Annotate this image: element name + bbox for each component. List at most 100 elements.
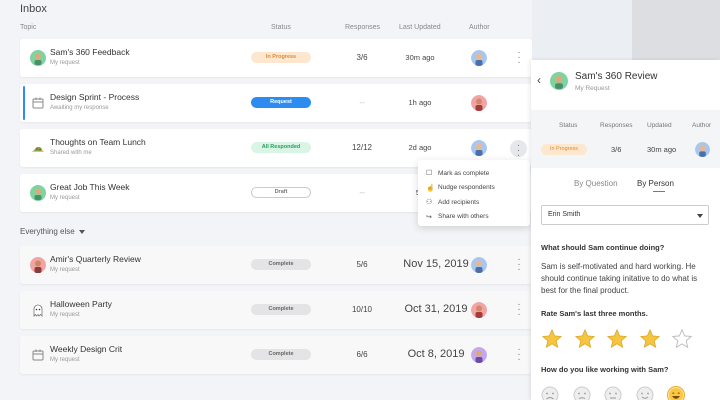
- face-neutral-icon[interactable]: [604, 386, 622, 400]
- row-title: Sam's 360 Feedback: [50, 47, 130, 57]
- chevron-down-icon[interactable]: [79, 230, 85, 234]
- panel-column-status: Status: [559, 122, 578, 129]
- avatar: [471, 347, 487, 363]
- person-select[interactable]: Erin Smith: [541, 205, 709, 225]
- status-badge: Draft: [251, 187, 311, 198]
- selected-indicator: [23, 86, 25, 120]
- question-3: How do you like working with Sam?: [541, 365, 669, 374]
- panel-title: Sam's 360 Review: [575, 71, 658, 82]
- last-updated: 2d ago: [408, 143, 432, 152]
- answer-1: Sam is self-motivated and hard working. …: [541, 262, 698, 295]
- avatar-icon: [550, 72, 568, 90]
- last-updated: 1h ago: [408, 98, 432, 107]
- row-subtitle: My request: [50, 267, 80, 273]
- more-options-icon[interactable]: · · ·: [517, 255, 521, 275]
- face-happy-icon[interactable]: [636, 386, 654, 400]
- menu-item-share[interactable]: ↪ Share with others: [418, 210, 530, 225]
- row-title: Design Sprint - Process: [50, 92, 140, 102]
- responses-count: --: [359, 188, 365, 197]
- row-subtitle: My request: [50, 357, 80, 363]
- responses-count: 12/12: [351, 143, 373, 152]
- status-badge: In Progress: [541, 144, 587, 155]
- panel-column-author: Author: [692, 122, 712, 129]
- more-options-icon[interactable]: · · ·: [517, 345, 521, 365]
- star-filled-icon[interactable]: [606, 328, 628, 350]
- column-status: Status: [271, 24, 291, 31]
- tab-by-question[interactable]: By Question: [574, 179, 618, 188]
- ghost-icon: [33, 304, 43, 317]
- more-options-icon[interactable]: · · ·: [517, 48, 521, 68]
- avatar-icon: [30, 257, 46, 273]
- face-unhappy-icon[interactable]: [573, 386, 591, 400]
- avatar-icon: [30, 185, 46, 201]
- active-tab-indicator: [653, 191, 665, 192]
- avatar: [471, 140, 487, 156]
- table-row[interactable]: Amir's Quarterly Review My request Compl…: [20, 246, 532, 284]
- column-author: Author: [469, 24, 490, 31]
- table-row[interactable]: Halloween Party My request Complete 10/1…: [20, 291, 532, 329]
- emoji-scale: [541, 386, 699, 400]
- more-options-icon[interactable]: · · ·: [510, 140, 527, 161]
- row-title: Amir's Quarterly Review: [50, 254, 141, 264]
- responses-count: 3/6: [356, 53, 368, 62]
- tab-by-person[interactable]: By Person: [637, 179, 674, 188]
- last-updated: 30m ago: [405, 53, 435, 62]
- add-user-icon: ⚇: [426, 199, 433, 207]
- table-row[interactable]: Weekly Design Crit My request Complete 6…: [20, 336, 532, 374]
- nudge-icon: ☝: [426, 184, 435, 192]
- face-very-unhappy-icon[interactable]: [541, 386, 559, 400]
- responses-count: 5/6: [356, 260, 368, 269]
- menu-item-mark-complete[interactable]: ☐ Mark as complete: [418, 166, 530, 181]
- status-badge: Complete: [251, 349, 311, 360]
- rating-stars: [541, 328, 704, 350]
- avatar: [471, 257, 487, 273]
- chevron-down-icon: [697, 214, 703, 218]
- star-filled-icon[interactable]: [639, 328, 661, 350]
- menu-item-add-recipients[interactable]: ⚇ Add recipients: [418, 195, 530, 210]
- avatar-icon: [30, 50, 46, 66]
- inbox-title: Inbox: [20, 3, 47, 15]
- panel-subtitle: My Request: [575, 85, 610, 92]
- share-icon: ↪: [426, 213, 432, 221]
- panel-backdrop-stripe: [632, 0, 720, 60]
- panel-updated: 30m ago: [647, 145, 677, 154]
- table-row[interactable]: Design Sprint - Process Awaiting my resp…: [20, 84, 532, 122]
- row-subtitle: Awaiting my response: [50, 105, 109, 111]
- star-empty-icon[interactable]: [671, 328, 693, 350]
- back-arrow-icon[interactable]: ‹: [537, 73, 541, 87]
- table-row[interactable]: Sam's 360 Feedback My request In Progres…: [20, 39, 532, 77]
- avatar: [471, 95, 487, 111]
- row-subtitle: My request: [50, 312, 80, 318]
- question-2: Rate Sam's last three months.: [541, 309, 648, 318]
- checkbox-icon: ☐: [426, 170, 433, 178]
- panel-column-updated: Updated: [647, 122, 672, 129]
- row-context-menu: ☐ Mark as complete ☝ Nudge respondents ⚇ Ad…: [418, 160, 530, 226]
- panel-column-responses: Responses: [600, 122, 633, 129]
- last-updated: Nov 15, 2019: [403, 258, 469, 270]
- status-badge: In Progress: [251, 52, 311, 63]
- more-options-icon[interactable]: · · ·: [517, 300, 521, 320]
- row-title: Weekly Design Crit: [50, 344, 123, 354]
- row-subtitle: My request: [50, 195, 80, 201]
- responses-count: --: [359, 98, 365, 107]
- section-everything-else[interactable]: Everything else: [20, 227, 75, 236]
- row-title: Thoughts on Team Lunch: [50, 137, 146, 147]
- status-badge[interactable]: Request: [251, 97, 311, 108]
- column-topic: Topic: [20, 24, 37, 31]
- menu-item-nudge[interactable]: ☝ Nudge respondents: [418, 181, 530, 196]
- detail-panel: ‹ Sam's 360 Review My Request Status Res…: [531, 60, 720, 400]
- face-very-happy-icon[interactable]: [667, 386, 685, 400]
- taco-icon: [32, 146, 44, 152]
- responses-count: 6/6: [356, 350, 368, 359]
- calendar-icon: [32, 349, 44, 361]
- avatar: [471, 50, 487, 66]
- star-filled-icon[interactable]: [541, 328, 563, 350]
- avatar: [471, 302, 487, 318]
- panel-responses: 3/6: [611, 145, 622, 154]
- status-badge: Complete: [251, 304, 311, 315]
- star-filled-icon[interactable]: [574, 328, 596, 350]
- responses-count: 10/10: [351, 305, 373, 314]
- column-responses: Responses: [345, 24, 381, 31]
- avatar: [695, 142, 710, 157]
- row-title: Halloween Party: [50, 299, 112, 309]
